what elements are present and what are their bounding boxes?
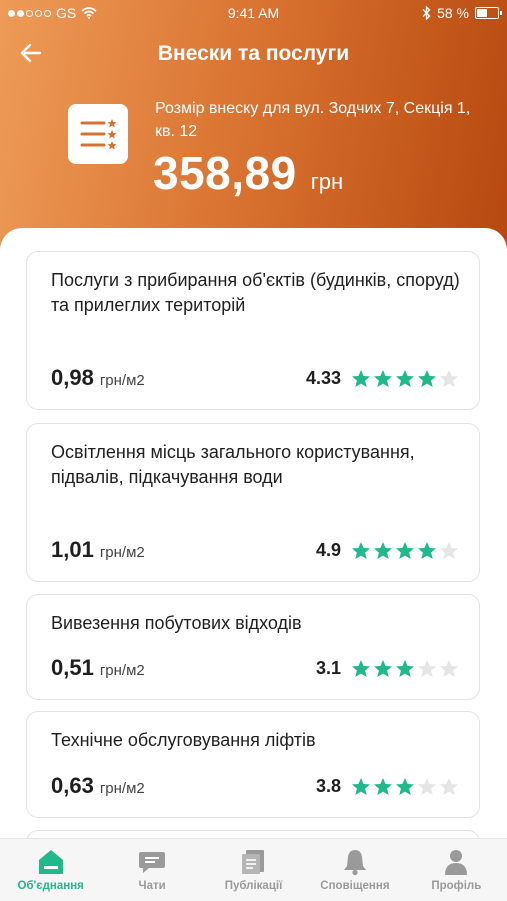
service-card[interactable]: Вивезення побутових відходів 0,51 грн/м2…: [26, 594, 480, 700]
service-rating: 3.1: [316, 658, 459, 679]
amount-value: 358,89: [153, 147, 297, 199]
bell-icon: [343, 850, 366, 876]
document-list-icon: [68, 104, 128, 164]
battery-percent: 58 %: [437, 5, 469, 21]
services-list[interactable]: Послуги з прибирання об'єктів (будинків,…: [0, 228, 507, 838]
home-icon: [38, 850, 63, 874]
rating-stars: [351, 777, 459, 796]
tab-notifications[interactable]: Сповіщення: [304, 839, 405, 901]
tab-label: Об'єднання: [17, 880, 84, 892]
star-filled-icon: [396, 370, 414, 387]
star-empty-icon: [418, 660, 436, 677]
rating-stars: [351, 659, 459, 678]
price-unit: грн/м2: [99, 544, 145, 561]
service-card[interactable]: Послуги з прибирання об'єктів (будинків,…: [26, 251, 480, 410]
star-filled-icon: [396, 778, 414, 795]
address-label: Розмір внеску для вул. Зодчих 7, Секція …: [155, 100, 471, 140]
price-value: 0,98: [51, 365, 94, 390]
service-rating: 4.33: [306, 368, 459, 389]
star-filled-icon: [374, 542, 392, 559]
service-card[interactable]: Освітлення місць загального користування…: [26, 423, 480, 582]
service-card-partial[interactable]: [26, 830, 480, 838]
service-title: Вивезення побутових відходів: [51, 613, 302, 633]
star-empty-icon: [440, 778, 458, 795]
star-filled-icon: [374, 660, 392, 677]
rating-value: 3.8: [315, 776, 341, 796]
price-value: 0,51: [51, 655, 94, 680]
star-empty-icon: [440, 542, 458, 559]
service-price: 0,63 грн/м2: [51, 773, 145, 799]
price-unit: грн/м2: [99, 662, 145, 679]
price-value: 0,63: [51, 773, 94, 798]
star-empty-icon: [440, 370, 458, 387]
battery-icon: [475, 7, 502, 19]
star-empty-icon: [418, 778, 436, 795]
price-value: 1,01: [51, 537, 94, 562]
tab-profile[interactable]: Профіль: [406, 839, 507, 901]
tab-label: Публікації: [224, 880, 283, 892]
star-filled-icon: [396, 542, 414, 559]
star-filled-icon: [352, 542, 370, 559]
bottom-tab-bar: Об'єднання Чати Публікації Сповіщення Пр…: [0, 838, 507, 901]
service-title: Послуги з прибирання об'єктів (будинків,…: [51, 270, 460, 315]
service-rating: 3.8: [316, 776, 459, 797]
service-title: Технічне обслуговування ліфтів: [51, 730, 316, 750]
tab-publications[interactable]: Публікації: [203, 839, 304, 901]
service-rating: 4.9: [316, 540, 459, 561]
star-empty-icon: [440, 660, 458, 677]
tab-label: Сповіщення: [320, 880, 390, 892]
star-filled-icon: [396, 660, 414, 677]
profile-icon: [445, 850, 468, 875]
service-title: Освітлення місць загального користування…: [51, 442, 415, 487]
status-bar: GS 9:41 AM 58 %: [0, 0, 507, 26]
service-price: 1,01 грн/м2: [51, 537, 145, 563]
service-card[interactable]: Технічне обслуговування ліфтів 0,63 грн/…: [26, 711, 480, 818]
chat-icon: [139, 852, 166, 873]
star-filled-icon: [352, 370, 370, 387]
star-filled-icon: [352, 660, 370, 677]
service-price: 0,51 грн/м2: [51, 655, 145, 681]
total-amount: 358,89 грн: [153, 146, 343, 200]
status-right: 58 %: [422, 5, 502, 21]
service-price: 0,98 грн/м2: [51, 365, 145, 391]
price-unit: грн/м2: [99, 372, 145, 389]
star-filled-icon: [374, 778, 392, 795]
amount-currency: грн: [310, 169, 344, 194]
rating-value: 4.33: [305, 368, 341, 388]
star-filled-icon: [374, 370, 392, 387]
publications-icon: [241, 850, 264, 874]
star-filled-icon: [418, 370, 436, 387]
star-filled-icon: [352, 778, 370, 795]
tab-association[interactable]: Об'єднання: [0, 839, 101, 901]
tab-chats[interactable]: Чати: [101, 839, 202, 901]
tab-label: Профіль: [431, 880, 482, 892]
price-unit: грн/м2: [99, 780, 145, 797]
tab-label: Чати: [138, 880, 166, 892]
page-title: Внески та послуги: [157, 42, 350, 65]
rating-stars: [351, 541, 459, 560]
star-filled-icon: [418, 542, 436, 559]
rating-value: 4.9: [315, 540, 341, 560]
rating-stars: [351, 369, 459, 388]
bluetooth-icon: [422, 6, 431, 20]
rating-value: 3.1: [315, 658, 341, 678]
